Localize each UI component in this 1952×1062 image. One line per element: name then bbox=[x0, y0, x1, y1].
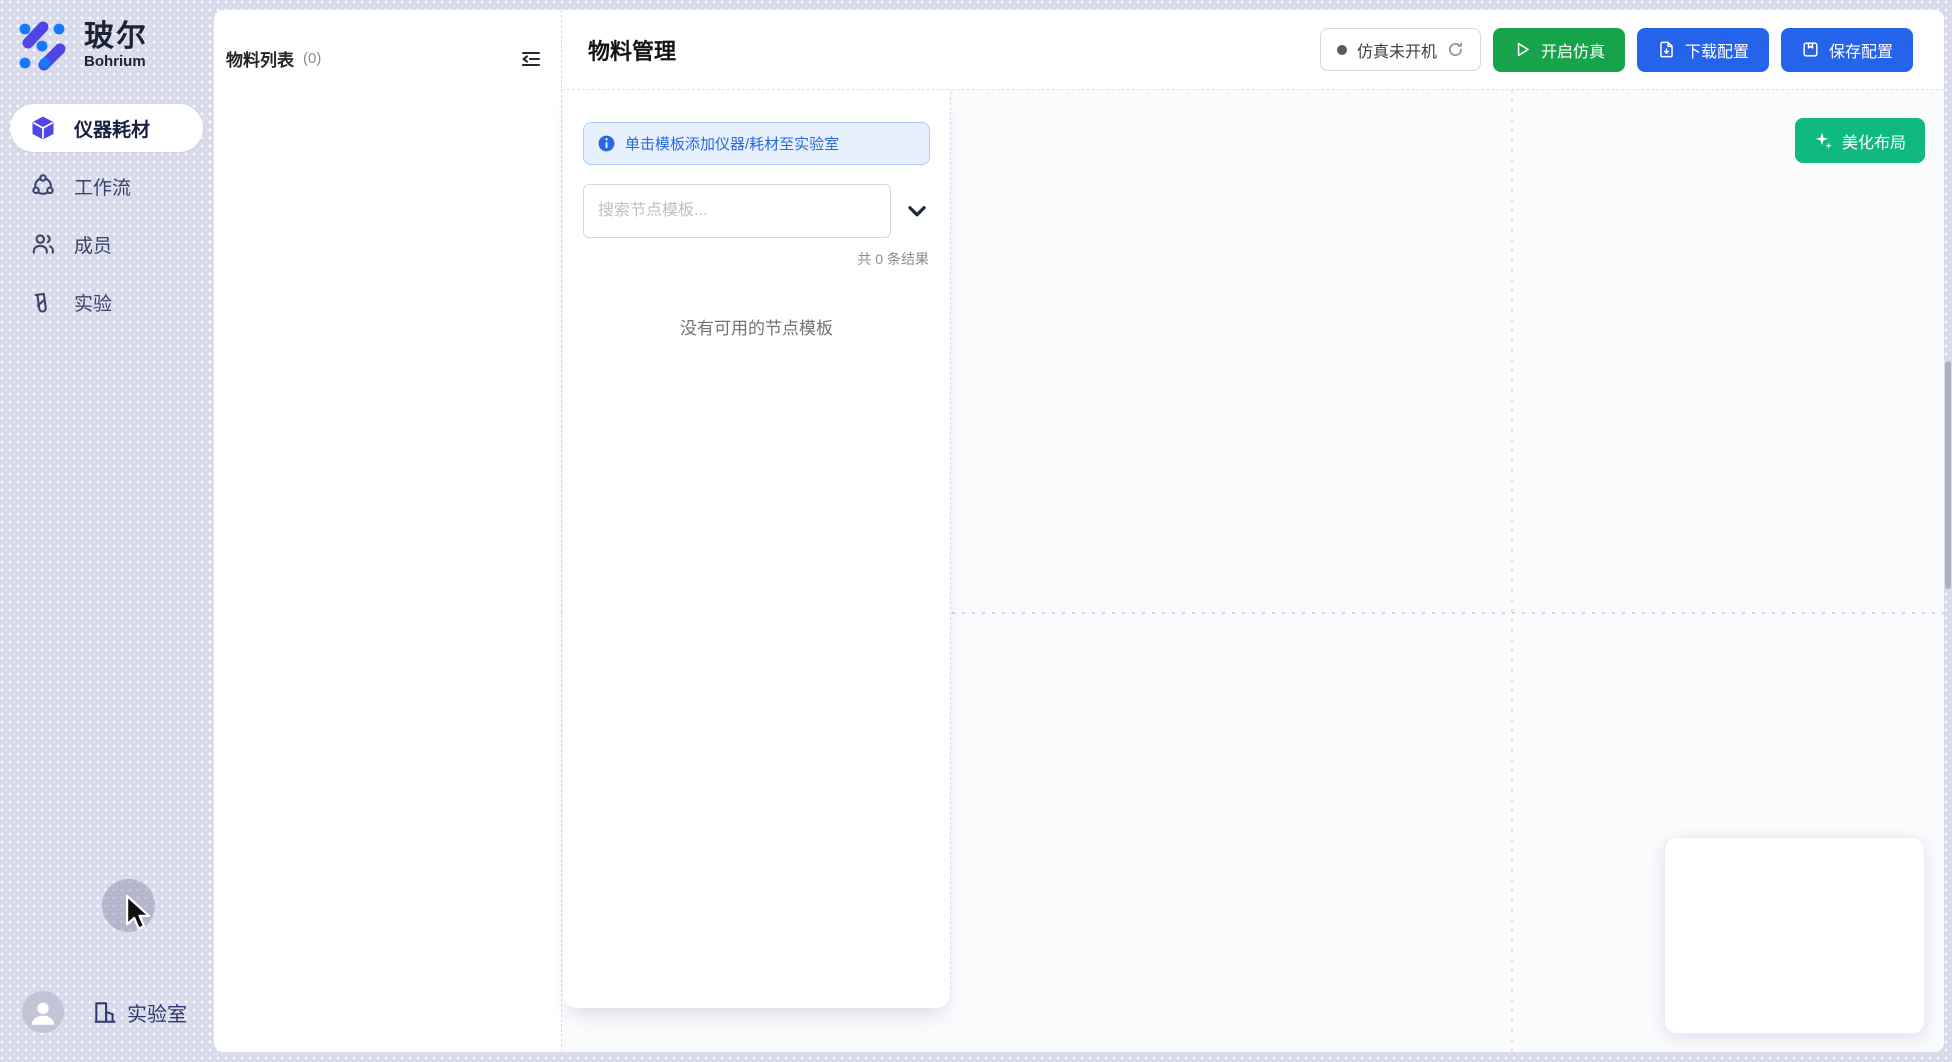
chevron-down-icon[interactable] bbox=[904, 198, 930, 224]
sidebar-item-experiment[interactable]: 实验 bbox=[10, 278, 203, 326]
status-label: 仿真未开机 bbox=[1357, 38, 1437, 62]
workflow-icon bbox=[30, 173, 56, 199]
download-config-button[interactable]: 下载配置 bbox=[1637, 28, 1769, 72]
header-actions: 仿真未开机 开启仿真 bbox=[1320, 28, 1913, 72]
info-icon bbox=[597, 134, 616, 153]
cube-icon bbox=[30, 115, 56, 141]
sidebar-item-workflow[interactable]: 工作流 bbox=[10, 162, 203, 210]
sidebar: 玻尔 Bohrium 仪器耗材 工作流 bbox=[0, 0, 214, 1062]
info-banner: 单击模板添加仪器/耗材至实验室 bbox=[583, 122, 930, 165]
content-card: 物料列表 (0) 物料管理 仿真未开机 bbox=[214, 10, 1944, 1052]
result-count: 共 0 条结果 bbox=[563, 249, 929, 269]
minimap-panel[interactable] bbox=[1664, 837, 1925, 1034]
experiment-icon bbox=[30, 289, 56, 315]
beautify-layout-button[interactable]: 美化布局 bbox=[1795, 118, 1925, 163]
brand-name-zh: 玻尔 bbox=[84, 21, 148, 53]
sidebar-item-members[interactable]: 成员 bbox=[10, 220, 203, 268]
brand-logo[interactable]: 玻尔 Bohrium bbox=[16, 20, 148, 72]
lab-label: 实验室 bbox=[127, 998, 187, 1027]
simulation-status-pill: 仿真未开机 bbox=[1320, 28, 1481, 71]
start-simulation-label: 开启仿真 bbox=[1541, 38, 1605, 62]
sidebar-item-label: 仪器耗材 bbox=[74, 115, 150, 142]
play-icon bbox=[1513, 40, 1532, 59]
material-list-title: 物料列表 bbox=[226, 46, 294, 71]
save-config-button[interactable]: 保存配置 bbox=[1781, 28, 1913, 72]
user-avatar[interactable] bbox=[22, 991, 64, 1033]
canvas-grid-line-vertical bbox=[1511, 90, 1513, 1052]
empty-state-text: 没有可用的节点模板 bbox=[563, 314, 950, 339]
template-search-input[interactable] bbox=[583, 184, 891, 238]
start-simulation-button[interactable]: 开启仿真 bbox=[1493, 28, 1625, 72]
node-template-panel: 单击模板添加仪器/耗材至实验室 共 0 条结果 没有可用的节点模板 bbox=[563, 90, 951, 1008]
material-list-panel: 物料列表 (0) bbox=[214, 10, 562, 1052]
sidebar-item-label: 成员 bbox=[74, 231, 112, 258]
brand-text: 玻尔 Bohrium bbox=[84, 21, 148, 71]
main-area: 物料管理 仿真未开机 开启仿真 bbox=[562, 10, 1944, 1052]
beautify-layout-label: 美化布局 bbox=[1842, 129, 1906, 153]
mouse-cursor bbox=[120, 893, 154, 933]
sidebar-item-lab[interactable]: 实验室 bbox=[92, 998, 187, 1027]
main-header: 物料管理 仿真未开机 开启仿真 bbox=[562, 10, 1944, 90]
sidebar-item-label: 实验 bbox=[74, 289, 112, 316]
save-config-label: 保存配置 bbox=[1829, 38, 1893, 62]
sidebar-footer: 实验室 bbox=[22, 991, 187, 1033]
status-dot-icon bbox=[1337, 45, 1347, 55]
page-title: 物料管理 bbox=[588, 34, 676, 66]
download-config-label: 下载配置 bbox=[1685, 38, 1749, 62]
file-download-icon bbox=[1657, 40, 1676, 59]
refresh-icon[interactable] bbox=[1447, 41, 1464, 58]
members-icon bbox=[30, 231, 56, 257]
material-list-count: (0) bbox=[303, 50, 321, 67]
sidebar-nav: 仪器耗材 工作流 成员 bbox=[0, 104, 214, 336]
sidebar-item-instruments[interactable]: 仪器耗材 bbox=[10, 104, 203, 152]
brand-name-en: Bohrium bbox=[84, 53, 148, 71]
flow-canvas[interactable]: 单击模板添加仪器/耗材至实验室 共 0 条结果 没有可用的节点模板 bbox=[562, 90, 1944, 1052]
template-search-row bbox=[583, 184, 930, 238]
scrollbar-thumb[interactable] bbox=[1945, 361, 1951, 589]
save-icon bbox=[1801, 40, 1820, 59]
bohrium-logo-icon bbox=[16, 20, 72, 72]
building-icon bbox=[92, 999, 118, 1025]
material-list-header: 物料列表 (0) bbox=[214, 10, 561, 71]
sparkles-icon bbox=[1814, 131, 1833, 150]
info-banner-text: 单击模板添加仪器/耗材至实验室 bbox=[625, 133, 839, 154]
app-root: 玻尔 Bohrium 仪器耗材 工作流 bbox=[0, 0, 1952, 1062]
user-icon bbox=[26, 995, 60, 1029]
sidebar-item-label: 工作流 bbox=[74, 173, 131, 200]
indent-collapse-icon[interactable] bbox=[519, 47, 543, 71]
